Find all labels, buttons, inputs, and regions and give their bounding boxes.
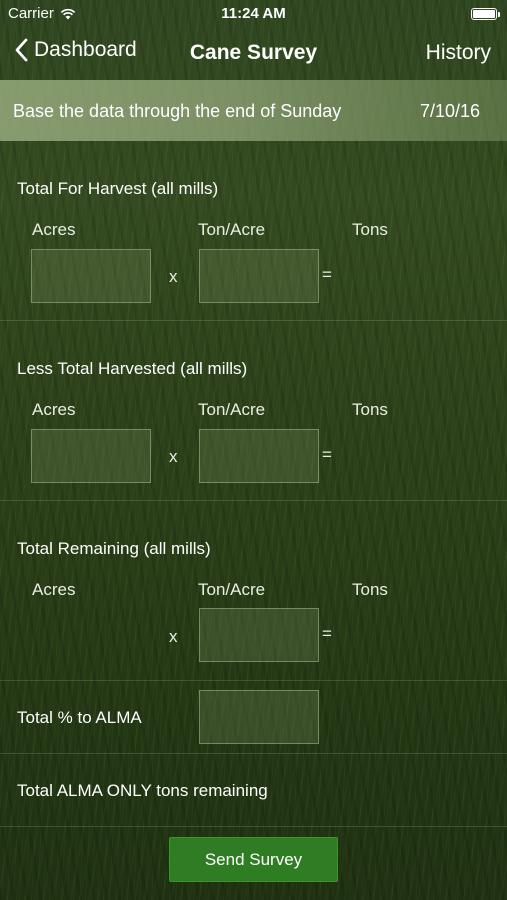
acres-label: Acres [32, 220, 76, 239]
send-survey-button[interactable]: Send Survey [169, 837, 338, 882]
remaining-ton-acre-input[interactable] [199, 608, 319, 662]
harvested-ton-acre-input[interactable] [199, 429, 319, 483]
tons-label: Tons [352, 580, 388, 599]
ton-acre-label: Ton/Acre [198, 580, 266, 599]
acres-label: Acres [32, 580, 76, 599]
divider [0, 500, 507, 501]
history-button[interactable]: History [426, 41, 491, 65]
harvest-ton-acre-input[interactable] [199, 249, 319, 303]
tons-label: Tons [352, 400, 388, 419]
multiply-sign: x [169, 267, 178, 286]
ton-acre-label: Ton/Acre [198, 220, 266, 239]
ton-acre-label: Ton/Acre [198, 400, 266, 419]
status-bar: Carrier 11:24 AM [0, 0, 507, 28]
divider [0, 320, 507, 321]
equals-sign: = [322, 445, 332, 464]
equals-sign: = [322, 265, 332, 284]
equals-sign: = [322, 624, 332, 643]
banner-text: Base the data through the end of Sunday [13, 101, 342, 121]
multiply-sign: x [169, 627, 178, 646]
info-banner: Base the data through the end of Sunday … [0, 80, 507, 141]
multiply-sign: x [169, 447, 178, 466]
harvest-acres-input[interactable] [31, 249, 151, 303]
battery-icon [471, 8, 500, 20]
banner-date: 7/10/16 [419, 101, 480, 121]
section-title-total-for-harvest: Total For Harvest (all mills) [17, 179, 219, 198]
section-title-alma-only: Total ALMA ONLY tons remaining [17, 781, 268, 800]
harvested-acres-input[interactable] [31, 429, 151, 483]
section-title-total-remaining: Total Remaining (all mills) [17, 539, 211, 558]
alma-percent-input[interactable] [199, 690, 319, 744]
navigation-bar: Dashboard Cane Survey History [0, 28, 507, 80]
acres-label: Acres [32, 400, 76, 419]
tons-label: Tons [352, 220, 388, 239]
status-time: 11:24 AM [221, 5, 286, 22]
divider [0, 753, 507, 754]
divider [0, 826, 507, 827]
divider [0, 680, 507, 681]
cane-survey-screen: Carrier 11:24 AM Dashboard Cane Survey H… [0, 0, 507, 900]
section-title-total-pct-alma: Total % to ALMA [17, 708, 142, 727]
section-title-less-total-harvested: Less Total Harvested (all mills) [17, 359, 248, 378]
